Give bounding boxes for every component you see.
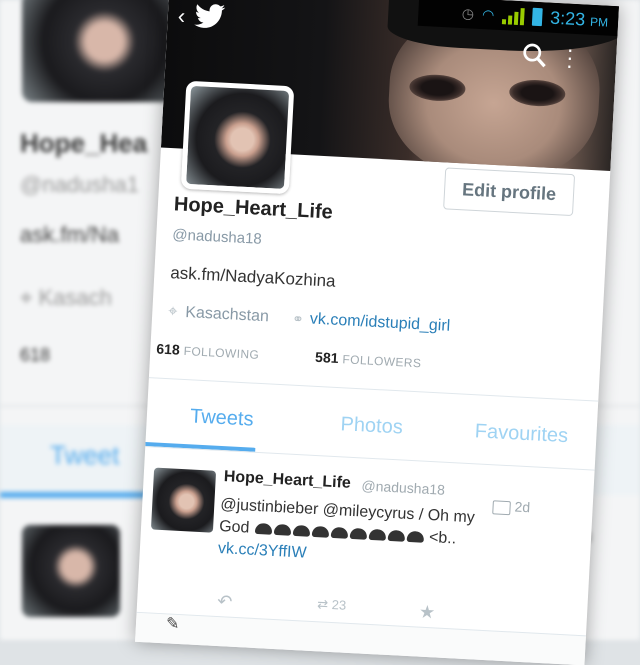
twitter-bird-icon[interactable] [193, 2, 226, 32]
blurred-tweet-avatar [22, 525, 120, 617]
favorite-icon[interactable]: ★ [418, 602, 435, 624]
followers-stat[interactable]: 581 FOLLOWERS [315, 349, 422, 371]
search-icon[interactable] [521, 41, 548, 68]
blurred-handle: @nadusha1 [20, 172, 139, 197]
reply-icon[interactable]: ↶ [217, 591, 233, 613]
location-text: Kasachstan [184, 303, 270, 326]
tab-favourites[interactable]: Favourites [445, 403, 598, 471]
back-arrow-icon[interactable]: ‹ [177, 3, 186, 29]
tweet-author-handle: @nadusha18 [361, 477, 446, 498]
blurred-bio: ask.fm/Na [20, 222, 120, 247]
phone-screen: ◷ ◠ 3:23 PM ‹ · · · Edit profile Hope_Hear… [135, 0, 619, 665]
blurred-location: ⌖ Kasach [20, 285, 112, 310]
tweet-author-name: Hope_Heart_Life [223, 468, 352, 492]
profile-website[interactable]: ⚭ vk.com/idstupid_girl [292, 310, 451, 336]
blurred-name: Hope_Hea [20, 128, 148, 158]
profile-handle: @nadusha18 [171, 226, 263, 248]
profile-location: ⌖ Kasachstan [168, 303, 269, 326]
blurred-tab-underline [0, 492, 160, 498]
tab-photos[interactable]: Photos [295, 395, 448, 463]
android-emoji-icon [253, 520, 425, 546]
website-text[interactable]: vk.com/idstupid_girl [309, 310, 450, 335]
tweet-text-tail: <b.. [428, 529, 457, 548]
profile-avatar[interactable] [180, 80, 295, 195]
profile-name: Hope_Heart_Life [173, 193, 334, 224]
link-icon: ⚭ [291, 310, 305, 327]
blurred-avatar [22, 0, 172, 102]
retweet-icon[interactable]: ⇄ 23 [317, 596, 347, 613]
following-stat[interactable]: 618 FOLLOWING [156, 341, 260, 362]
compose-icon[interactable]: ✎ [166, 613, 180, 634]
location-pin-icon: ⌖ [167, 303, 178, 321]
tweet-text: @justinbieber @mileycyrus / Oh my God <b… [217, 494, 530, 576]
tweet-text-god: God [218, 518, 250, 537]
tweet-avatar[interactable] [150, 467, 217, 533]
retweet-count: 23 [331, 597, 347, 613]
edit-profile-button[interactable]: Edit profile [443, 167, 576, 217]
profile-bio[interactable]: ask.fm/NadyaKozhina [170, 263, 336, 292]
blurred-count: 618 [20, 345, 51, 365]
tweet-link[interactable]: vk.cc/3YffIW [218, 540, 307, 562]
blurred-tab-tweets: Tweet [50, 440, 120, 470]
overflow-menu-icon[interactable]: · · · [565, 37, 574, 78]
